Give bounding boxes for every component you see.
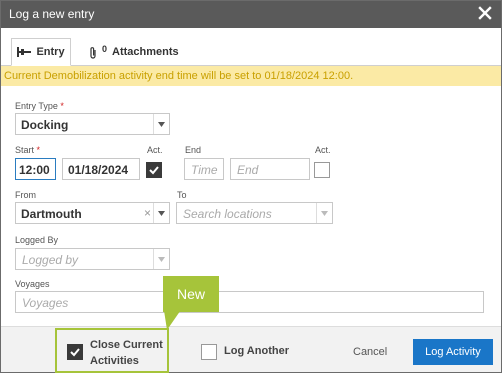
tab-attachments-label: Attachments — [112, 46, 179, 58]
log-activity-button[interactable]: Log Activity — [413, 339, 493, 365]
entry-type-select[interactable]: Docking — [15, 113, 170, 135]
to-select[interactable]: Search locations — [176, 202, 333, 224]
log-another-label: Log Another — [224, 345, 289, 357]
start-actual-checkbox[interactable] — [146, 162, 162, 178]
log-another-checkbox[interactable] — [201, 344, 217, 360]
from-select[interactable]: Dartmouth × — [15, 202, 170, 224]
clear-icon[interactable]: × — [144, 206, 151, 220]
end-label: End — [185, 145, 202, 155]
start-time-value: 12:00 — [19, 163, 50, 177]
end-actual-checkbox[interactable] — [314, 162, 330, 178]
dialog-title: Log a new entry — [9, 7, 95, 21]
attachments-count: 0 — [102, 44, 108, 54]
end-date-placeholder: End — [237, 163, 259, 177]
end-time-input[interactable]: Time — [184, 158, 224, 180]
start-act-label: Act. — [147, 145, 163, 155]
new-callout: New — [163, 276, 219, 312]
from-value: Dartmouth — [21, 207, 82, 221]
chevron-down-icon[interactable] — [153, 249, 169, 269]
tab-attachments[interactable]: 0 Attachments — [89, 38, 179, 66]
to-placeholder: Search locations — [183, 207, 272, 221]
info-banner: Current Demobilization activity end time… — [1, 66, 501, 86]
chevron-down-icon[interactable] — [316, 203, 332, 223]
paperclip-icon — [89, 46, 97, 59]
tab-entry[interactable]: Entry — [11, 38, 71, 66]
voyages-placeholder: Voyages — [22, 296, 69, 310]
tab-bar: Entry 0 Attachments — [1, 28, 501, 66]
logged-by-placeholder: Logged by — [22, 253, 79, 267]
entry-icon — [17, 47, 32, 57]
voyages-select[interactable]: Voyages — [15, 291, 484, 313]
checkmark-icon — [149, 166, 159, 175]
tab-entry-label: Entry — [36, 46, 65, 58]
callout-highlight-frame — [55, 328, 169, 373]
close-icon[interactable] — [478, 6, 492, 20]
log-entry-dialog: Log a new entry Entry 0 Attachments Curr… — [0, 0, 502, 373]
required-marker: * — [60, 101, 64, 111]
end-time-placeholder: Time — [191, 163, 218, 177]
start-time-input[interactable]: 12:00 — [15, 158, 56, 180]
logged-by-label: Logged By — [15, 235, 59, 245]
chevron-down-icon[interactable] — [153, 203, 169, 223]
voyages-label: Voyages — [15, 279, 50, 289]
dialog-titlebar: Log a new entry — [1, 1, 501, 28]
entry-type-label-text: Entry Type — [15, 101, 58, 111]
cancel-button[interactable]: Cancel — [353, 346, 387, 358]
end-date-input[interactable]: End — [230, 158, 310, 180]
logged-by-select[interactable]: Logged by — [15, 248, 170, 270]
start-label: Start * — [15, 145, 40, 155]
required-marker: * — [36, 145, 41, 155]
start-date-value: 01/18/2024 — [68, 163, 129, 177]
end-act-label: Act. — [315, 145, 331, 155]
chevron-down-icon[interactable] — [153, 114, 169, 134]
start-label-text: Start — [15, 145, 35, 155]
from-label: From — [15, 190, 36, 200]
to-label: To — [177, 190, 187, 200]
entry-type-label: Entry Type * — [15, 101, 64, 111]
start-date-input[interactable]: 01/18/2024 — [62, 158, 140, 180]
entry-type-value: Docking — [21, 118, 69, 132]
